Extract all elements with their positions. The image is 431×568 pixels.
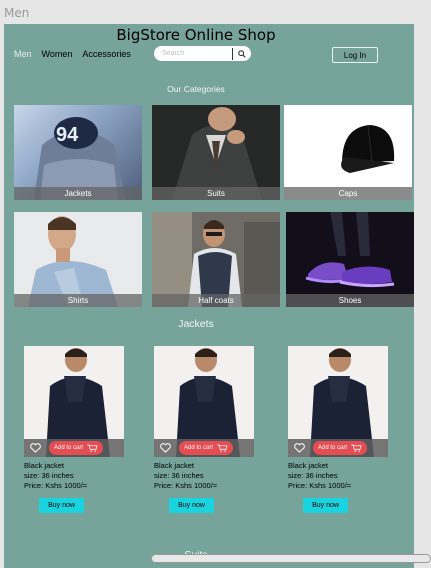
product-info: Black jacket size: 36 inches Price: Kshs…: [288, 461, 388, 491]
product-action-bar: Add to cart: [154, 439, 254, 457]
add-to-cart-label: Add to cart: [318, 445, 348, 451]
search-box: Search: [154, 46, 251, 61]
buy-now-button[interactable]: Buy now: [39, 498, 84, 513]
shop-title: BigStore Online Shop: [116, 26, 276, 44]
category-suits[interactable]: Suits: [152, 105, 280, 200]
category-jackets[interactable]: 94 Jackets: [14, 105, 142, 200]
nav-accessories[interactable]: Accessories: [82, 49, 131, 59]
product-info: Black jacket size: 36 inches Price: Kshs…: [24, 461, 124, 491]
add-to-cart-button[interactable]: Add to cart: [313, 441, 368, 455]
heart-icon[interactable]: [294, 443, 305, 453]
add-to-cart-label: Add to cart: [184, 445, 214, 451]
shirts-image: [14, 212, 142, 307]
buy-now-button[interactable]: Buy now: [169, 498, 214, 513]
category-shoes[interactable]: Shoes: [286, 212, 414, 307]
nav-women[interactable]: Women: [42, 49, 73, 59]
category-label: Caps: [284, 187, 412, 200]
category-half-coats[interactable]: Half coats: [152, 212, 280, 307]
add-to-cart-label: Add to cart: [54, 445, 84, 451]
product-size: size: 36 inches: [154, 471, 204, 480]
category-caps[interactable]: Caps: [284, 105, 412, 200]
product-info: Black jacket size: 36 inches Price: Kshs…: [154, 461, 254, 491]
nav-men[interactable]: Men: [14, 49, 32, 59]
product-action-bar: Add to cart: [24, 439, 124, 457]
product-image: Add to cart: [288, 346, 388, 457]
product-name: Black jacket: [154, 461, 195, 470]
cart-icon: [87, 444, 98, 452]
suits-image: [152, 105, 280, 200]
product-card: Add to cart Black jacket size: 36 inches…: [288, 346, 388, 513]
product-image: Add to cart: [154, 346, 254, 457]
horizontal-scrollbar[interactable]: [151, 554, 431, 563]
product-card: Add to cart Black jacket size: 36 inches…: [154, 346, 254, 513]
category-label: Shirts: [14, 294, 142, 307]
frame-label: Men: [4, 6, 30, 20]
product-action-bar: Add to cart: [288, 439, 388, 457]
jackets-section-title: Jackets: [178, 318, 214, 330]
caps-image: [341, 124, 395, 173]
product-card: Add to cart Black jacket size: 36 inches…: [24, 346, 124, 513]
category-label: Jackets: [14, 187, 142, 200]
half-coats-image: [152, 212, 280, 307]
product-price: Price: Kshs 1000/=: [288, 481, 352, 490]
categories-title: Our Categories: [167, 84, 225, 94]
add-to-cart-button[interactable]: Add to cart: [179, 441, 234, 455]
main-nav: Men Women Accessories: [14, 49, 131, 59]
shop-page: BigStore Online Shop Men Women Accessori…: [4, 24, 414, 568]
login-button[interactable]: Log In: [332, 47, 378, 63]
shoes-image: [286, 212, 414, 307]
category-label: Shoes: [286, 294, 414, 307]
jackets-image: 94: [34, 117, 126, 200]
product-price: Price: Kshs 1000/=: [24, 481, 88, 490]
cart-icon: [351, 444, 362, 452]
heart-icon[interactable]: [30, 443, 41, 453]
svg-text:94: 94: [56, 124, 79, 146]
category-label: Suits: [152, 187, 280, 200]
search-button[interactable]: [233, 46, 251, 61]
product-price: Price: Kshs 1000/=: [154, 481, 218, 490]
search-icon: [238, 49, 246, 58]
product-image: Add to cart: [24, 346, 124, 457]
add-to-cart-button[interactable]: Add to cart: [49, 441, 104, 455]
product-name: Black jacket: [24, 461, 65, 470]
product-size: size: 36 inches: [24, 471, 74, 480]
category-shirts[interactable]: Shirts: [14, 212, 142, 307]
search-input[interactable]: Search: [154, 50, 232, 57]
cart-icon: [217, 444, 228, 452]
category-label: Half coats: [152, 294, 280, 307]
buy-now-button[interactable]: Buy now: [303, 498, 348, 513]
heart-icon[interactable]: [160, 443, 171, 453]
product-size: size: 36 inches: [288, 471, 338, 480]
product-name: Black jacket: [288, 461, 329, 470]
